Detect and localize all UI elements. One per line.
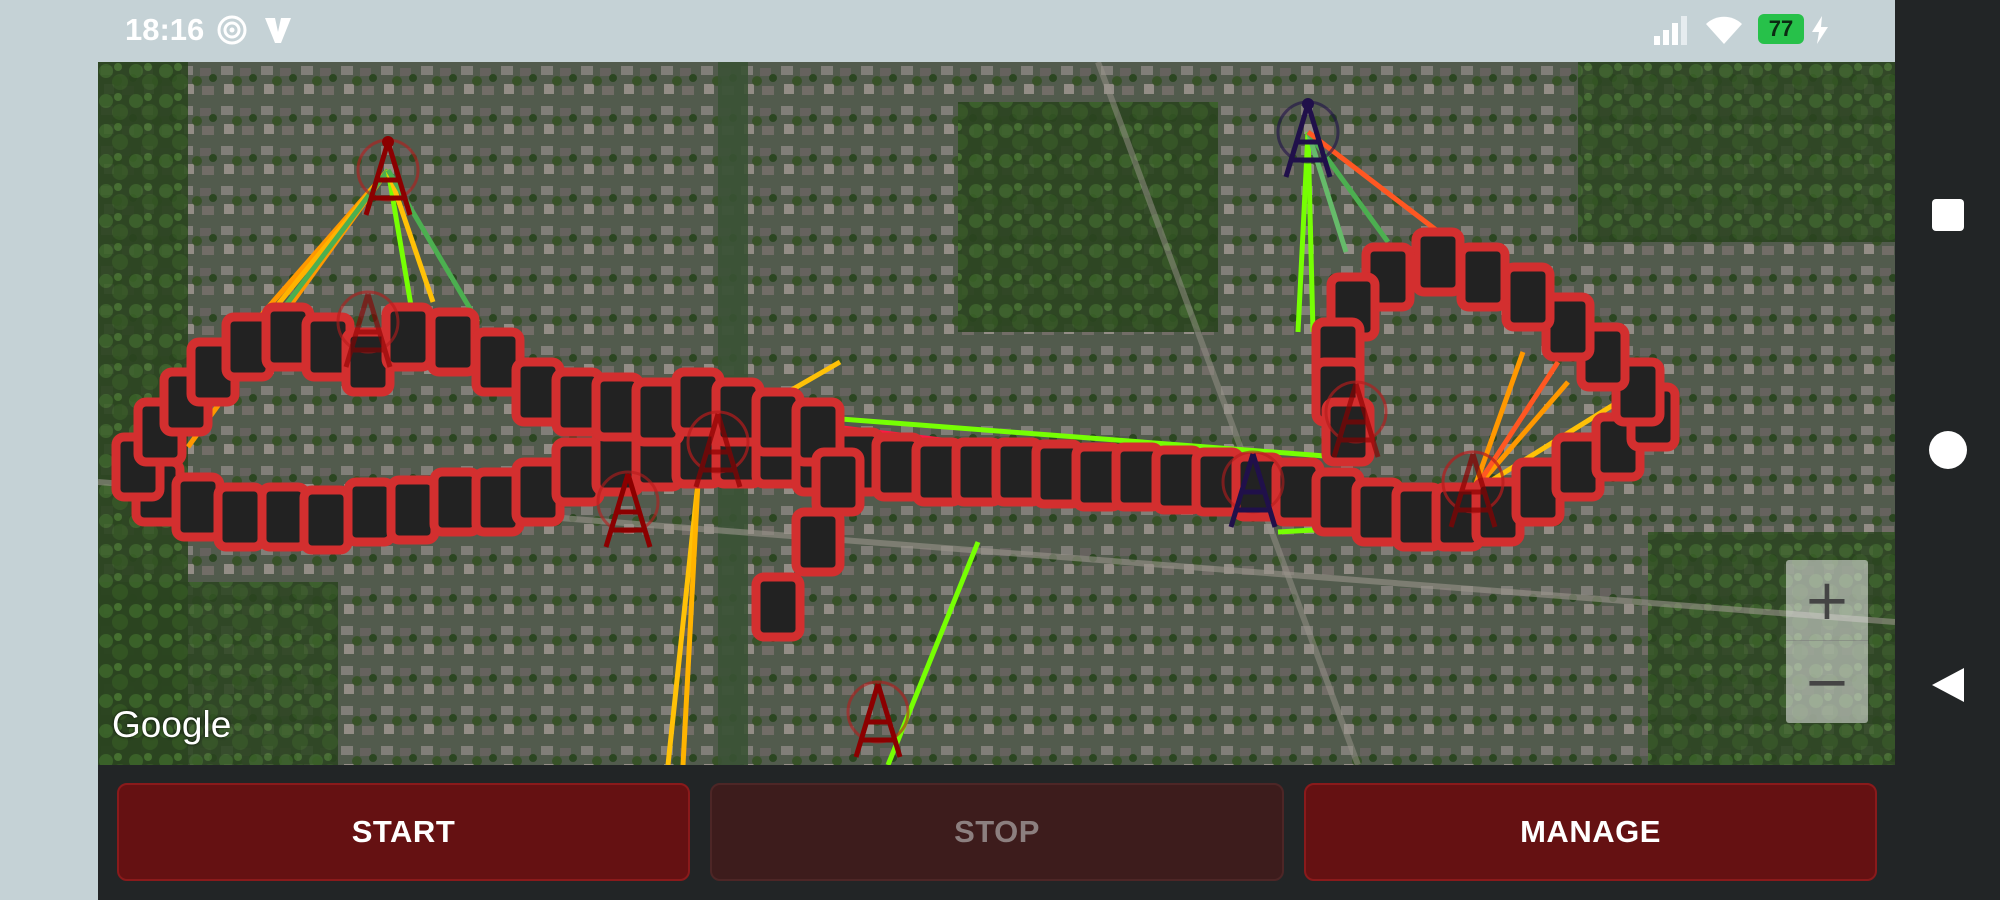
- measurement-marker[interactable]: [299, 485, 353, 555]
- start-button[interactable]: START: [117, 783, 690, 881]
- status-bar: 18:16 77: [98, 0, 1895, 62]
- measurement-marker[interactable]: [1501, 262, 1555, 332]
- status-time: 18:16: [125, 12, 205, 47]
- measurement-marker[interactable]: [791, 507, 845, 577]
- wifi-icon: [1704, 14, 1744, 51]
- left-edge: [0, 0, 98, 900]
- measurement-marker[interactable]: [1456, 242, 1510, 312]
- measurement-marker[interactable]: [1411, 227, 1465, 297]
- home-circle-icon[interactable]: [1895, 405, 2000, 495]
- control-bar: START STOP MANAGE: [98, 765, 1895, 900]
- measurement-marker[interactable]: [171, 472, 225, 542]
- stop-button[interactable]: STOP: [710, 783, 1284, 881]
- zoom-out-button[interactable]: −: [1786, 642, 1868, 722]
- measurement-marker[interactable]: [426, 307, 480, 377]
- hotspot-icon: [216, 14, 248, 51]
- recents-square-icon[interactable]: [1895, 170, 2000, 260]
- measurement-marker[interactable]: [751, 572, 805, 642]
- measurement-marker[interactable]: [386, 475, 440, 545]
- navigation-bar: [1895, 0, 2000, 900]
- back-triangle-icon[interactable]: [1895, 640, 2000, 730]
- measurement-marker[interactable]: [343, 477, 397, 547]
- google-logo: Google: [112, 704, 232, 745]
- measurement-marker[interactable]: [429, 467, 483, 537]
- measurement-marker[interactable]: [811, 447, 865, 517]
- signal-icon: [1653, 14, 1691, 51]
- zoom-controls: + −: [1786, 560, 1868, 723]
- map-canvas[interactable]: [98, 62, 1895, 765]
- map-view[interactable]: Google + −: [98, 62, 1895, 765]
- measurement-marker[interactable]: [213, 482, 267, 552]
- zoom-in-button[interactable]: +: [1786, 560, 1868, 641]
- manage-button[interactable]: MANAGE: [1304, 783, 1877, 881]
- charging-icon: [1810, 14, 1830, 51]
- measurement-marker[interactable]: [257, 482, 311, 552]
- battery-level: 77: [1758, 14, 1804, 44]
- vpn-v-icon: [262, 14, 294, 51]
